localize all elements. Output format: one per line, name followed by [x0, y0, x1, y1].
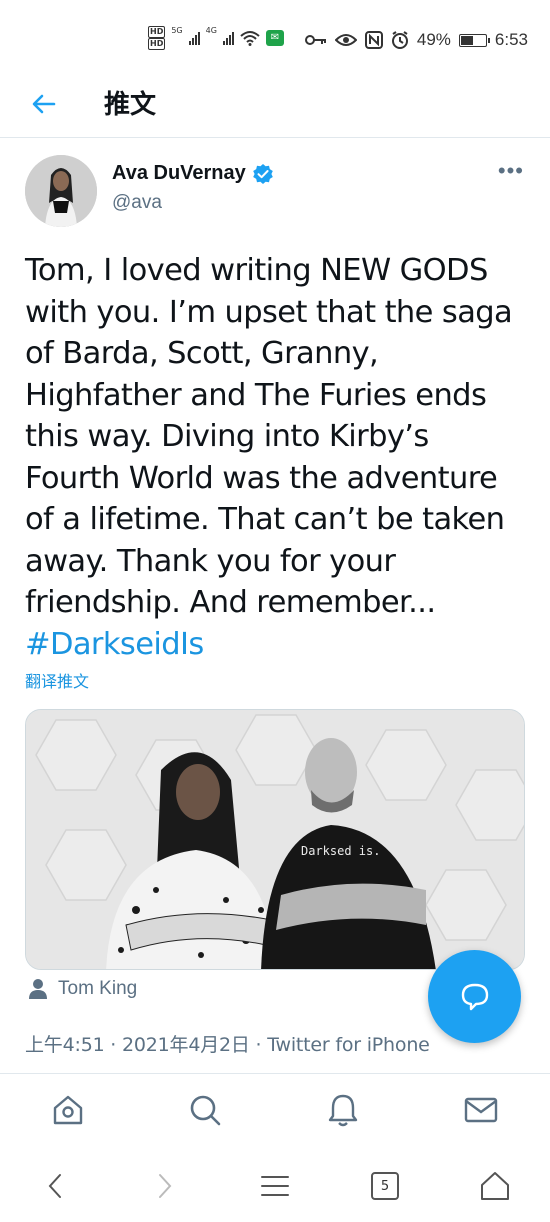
status-bar: HD HD 5G 4G ✉ 49% 6:53: [0, 0, 550, 70]
arrow-left-icon[interactable]: [30, 90, 58, 118]
nav-home-icon[interactable]: [477, 1168, 513, 1204]
hashtag-link[interactable]: #DarkseidIs: [25, 627, 204, 662]
eye-icon: [334, 34, 357, 46]
more-options-icon[interactable]: •••: [498, 158, 524, 184]
signal-bars-icon: [188, 31, 200, 45]
nav-forward-icon[interactable]: [146, 1168, 182, 1204]
status-time: 6:53: [494, 30, 528, 49]
messages-envelope-icon[interactable]: [463, 1092, 499, 1128]
tagged-user[interactable]: Tom King: [28, 978, 137, 1000]
tweet-body: Tom, I loved writing NEW GODS with you. …: [25, 253, 513, 620]
key-icon: [304, 35, 326, 45]
page-title: 推文: [104, 90, 157, 120]
nav-back-icon[interactable]: [38, 1168, 74, 1204]
person-icon: [29, 979, 47, 999]
app-notification-icon: ✉: [265, 30, 284, 46]
shirt-text: Darksed is.: [301, 844, 380, 858]
reply-compose-button[interactable]: [428, 950, 521, 1043]
battery-percent: 49%: [416, 30, 451, 49]
status-left-icons: HD HD 5G 4G ✉: [148, 26, 284, 50]
status-right-icons: 49% 6:53: [304, 30, 528, 50]
tweet-header: 推文: [0, 70, 550, 138]
avatar[interactable]: [25, 155, 97, 227]
network-type-4g: 4G: [205, 26, 217, 35]
signal-bars-icon: [222, 31, 234, 45]
nav-menu-icon[interactable]: [257, 1168, 293, 1204]
wifi-icon: [240, 31, 260, 46]
verified-badge-icon: [252, 163, 273, 184]
home-icon[interactable]: [50, 1092, 86, 1128]
translate-tweet-link[interactable]: 翻译推文: [25, 668, 89, 692]
tweet-text: Tom, I loved writing NEW GODS with you. …: [25, 250, 530, 665]
battery-level-fill: [460, 35, 473, 45]
tweet-photo[interactable]: Darksed is.: [25, 709, 525, 970]
battery-icon: [458, 33, 490, 47]
network-type-5g: 5G: [171, 26, 183, 35]
hd-indicator: HD HD: [148, 26, 166, 50]
author-name[interactable]: Ava DuVernay: [112, 162, 274, 185]
photo-image[interactable]: Darksed is.: [26, 710, 525, 970]
search-icon[interactable]: [187, 1092, 223, 1128]
tweet-timestamp: 上午4:51 · 2021年4月2日 · Twitter for iPhone: [25, 1034, 430, 1056]
author-handle[interactable]: @ava: [112, 192, 162, 214]
bottom-tab-bar: [0, 1073, 550, 1149]
alarm-icon: [391, 31, 408, 49]
reply-bubble-icon: [461, 983, 488, 1010]
nav-tabs-button[interactable]: 5: [367, 1168, 403, 1204]
system-navigation-bar: 5: [0, 1150, 550, 1222]
notifications-bell-icon[interactable]: [325, 1092, 361, 1128]
nfc-icon: [364, 31, 383, 49]
tabs-count: 5: [371, 1172, 399, 1200]
